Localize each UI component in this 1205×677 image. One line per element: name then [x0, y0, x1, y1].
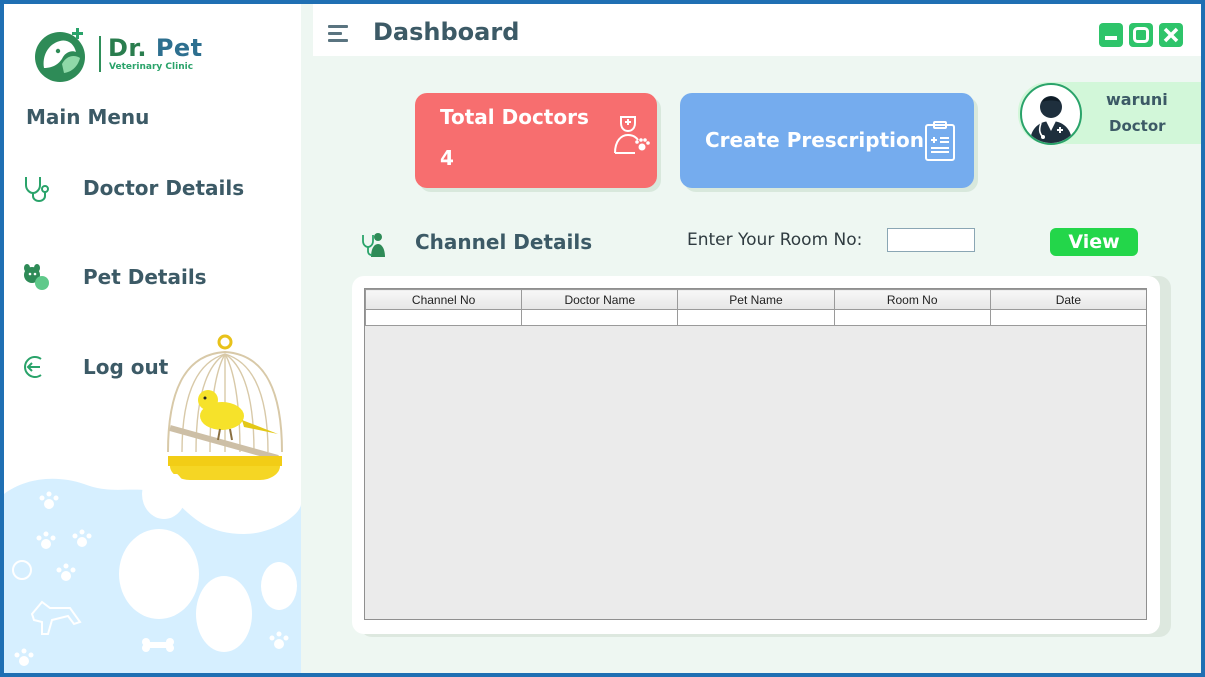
- table-header-row: Channel No Doctor Name Pet Name Room No …: [365, 289, 1146, 310]
- sidebar-item-doctor-details[interactable]: Doctor Details: [22, 168, 282, 208]
- maximize-icon: [1133, 27, 1149, 43]
- card-title: Total Doctors: [440, 105, 589, 129]
- channel-table: Channel No Doctor Name Pet Name Room No …: [365, 289, 1146, 326]
- table-cell[interactable]: [365, 309, 523, 326]
- column-header-channel-no[interactable]: Channel No: [365, 289, 523, 310]
- column-header-room-no[interactable]: Room No: [833, 289, 991, 310]
- column-header-date[interactable]: Date: [989, 289, 1146, 310]
- close-button[interactable]: [1159, 23, 1183, 47]
- sidebar-item-label: Pet Details: [83, 265, 207, 289]
- maximize-button[interactable]: [1129, 23, 1153, 47]
- sidebar-item-label: Log out: [83, 355, 169, 379]
- logo-title-pet: Pet: [155, 34, 203, 62]
- create-prescription-card[interactable]: Create Prescription: [680, 93, 974, 188]
- channel-table-scroll[interactable]: Channel No Doctor Name Pet Name Room No …: [364, 288, 1147, 620]
- view-button[interactable]: View: [1050, 228, 1138, 256]
- user-badge: waruni Doctor: [1018, 82, 1201, 145]
- logo-title: Dr. Pet: [108, 34, 203, 62]
- sidebar: Dr. Pet Veterinary Clinic Main Menu Doct…: [4, 4, 301, 673]
- total-doctors-count: 4: [440, 146, 454, 170]
- doctor-avatar-icon: [1030, 96, 1072, 143]
- app-logo: Dr. Pet Veterinary Clinic: [32, 26, 202, 86]
- paw-background-decoration: [4, 474, 301, 673]
- sidebar-item-label: Doctor Details: [83, 176, 245, 200]
- total-doctors-card[interactable]: Total Doctors 4: [415, 93, 657, 188]
- pet-logo-icon: [35, 28, 85, 82]
- header-bar: Dashboard: [313, 4, 1201, 56]
- table-cell[interactable]: [521, 309, 679, 326]
- clipboard-icon: [925, 121, 955, 161]
- minimize-button[interactable]: [1099, 23, 1123, 47]
- card-title: Create Prescription: [705, 128, 924, 152]
- column-header-pet-name[interactable]: Pet Name: [677, 289, 835, 310]
- user-role: Doctor: [1109, 117, 1166, 135]
- minimize-icon: [1105, 36, 1117, 40]
- channel-details-title: Channel Details: [415, 230, 593, 254]
- page-title: Dashboard: [373, 18, 520, 46]
- table-row[interactable]: [365, 309, 1146, 326]
- logo-divider: [99, 36, 101, 72]
- column-header-doctor-name[interactable]: Doctor Name: [521, 289, 679, 310]
- vet-doctor-icon: [614, 116, 650, 154]
- logo-subtitle: Veterinary Clinic: [109, 62, 194, 72]
- channel-doctor-icon: [362, 233, 385, 257]
- table-panel: Channel No Doctor Name Pet Name Room No …: [352, 276, 1160, 634]
- room-number-input[interactable]: [887, 228, 975, 252]
- hamburger-menu-icon[interactable]: [328, 25, 350, 45]
- table-cell[interactable]: [833, 309, 991, 326]
- logo-title-dr: Dr.: [108, 34, 147, 62]
- avatar: [1020, 83, 1082, 145]
- table-cell[interactable]: [677, 309, 835, 326]
- room-number-label: Enter Your Room No:: [687, 230, 863, 250]
- sidebar-item-pet-details[interactable]: Pet Details: [22, 257, 282, 297]
- app-window: Dr. Pet Veterinary Clinic Main Menu Doct…: [4, 4, 1201, 673]
- main-menu-heading: Main Menu: [26, 105, 150, 129]
- user-name: waruni: [1106, 90, 1168, 109]
- logout-icon: [24, 356, 42, 378]
- pets-icon: [24, 264, 49, 290]
- close-icon: [1163, 27, 1179, 43]
- table-cell[interactable]: [989, 309, 1146, 326]
- stethoscope-icon: [25, 177, 49, 202]
- bird-cage-illustration: [167, 334, 283, 480]
